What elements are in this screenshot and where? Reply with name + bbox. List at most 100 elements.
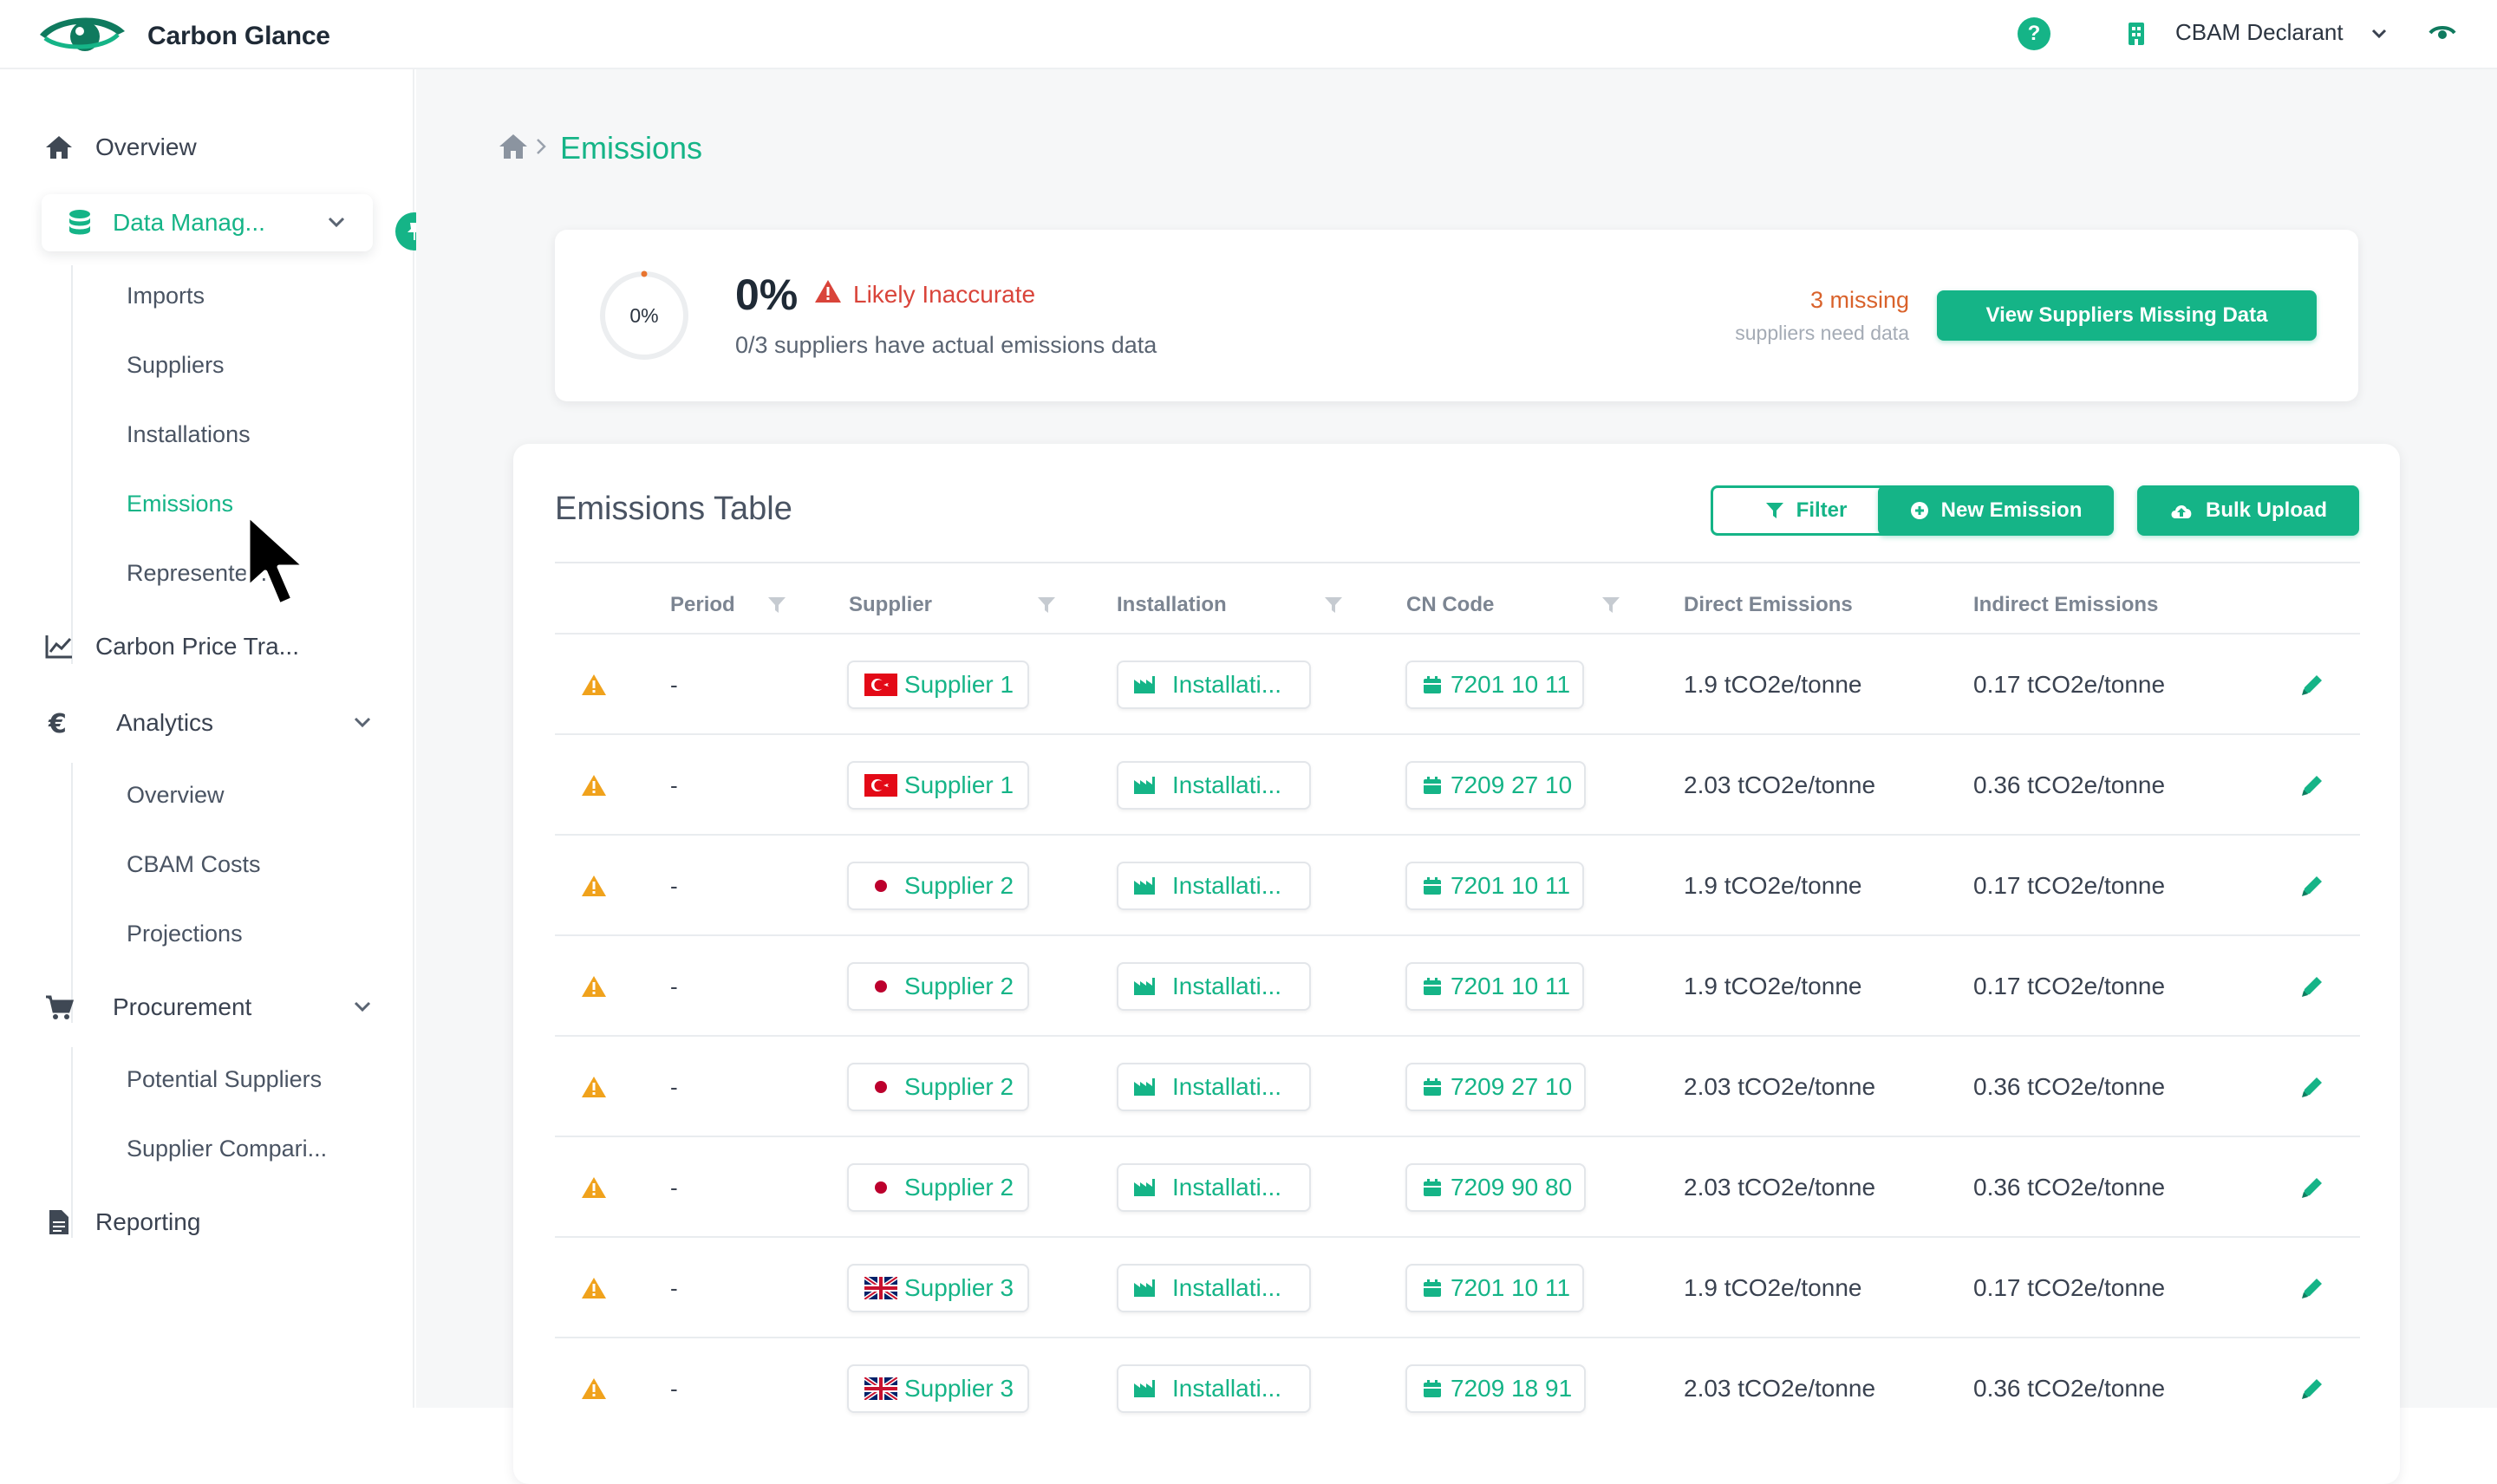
brand[interactable]: Carbon Glance [36,12,330,60]
table-row[interactable]: - Supplier 3 Installati... 7209 18 91 2.… [555,1337,2360,1437]
cn-code-chip[interactable]: 7201 10 11 [1405,661,1585,709]
warning-icon [581,1137,607,1238]
cn-code-chip[interactable]: 7201 10 11 [1405,862,1585,910]
indirect-emissions-value: 0.17 tCO2e/tonne [1973,872,2166,899]
filter-button[interactable]: Filter [1711,485,1901,536]
view-missing-suppliers-button[interactable]: View Suppliers Missing Data [1937,290,2317,341]
sidebar-item-carbon-price[interactable]: Carbon Price Tra... [42,618,371,675]
sidebar-item-reporting[interactable]: Reporting [42,1194,371,1251]
calendar-icon [1423,1279,1442,1298]
supplier-chip[interactable]: Supplier 1 [847,761,1030,810]
chevron-down-icon[interactable] [352,996,373,1021]
sidebar-item-installations[interactable]: Installations [127,421,251,448]
chevron-down-icon[interactable] [2370,24,2389,48]
table-row[interactable]: - Supplier 3 Installati... 7201 10 11 1.… [555,1236,2360,1337]
installation-chip[interactable]: Installati... [1117,962,1312,1011]
sidebar-item-imports[interactable]: Imports [127,283,205,309]
supplier-name: Supplier 3 [904,1274,1014,1301]
installation-chip[interactable]: Installati... [1117,1163,1312,1212]
sidebar-item-procurement[interactable]: Procurement [42,979,371,1036]
filter-icon[interactable] [767,596,786,618]
factory-icon [1132,875,1157,896]
eye-icon[interactable] [2429,24,2456,46]
cn-code-chip[interactable]: 7209 18 91 [1405,1364,1587,1413]
sidebar-item-analytics-overview[interactable]: Overview [127,782,225,809]
installation-chip[interactable]: Installati... [1117,661,1312,709]
warning-icon [581,635,607,735]
cn-code-chip[interactable]: 7201 10 11 [1405,962,1585,1011]
chevron-down-icon[interactable] [326,212,347,237]
table-row[interactable]: - Supplier 2 Installati... 7201 10 11 1.… [555,934,2360,1035]
sidebar-item-cbam-costs[interactable]: CBAM Costs [127,851,261,878]
sidebar-item-data-management[interactable]: Data Manag... [42,194,373,251]
cn-code-chip[interactable]: 7209 27 10 [1405,1063,1587,1111]
cart-icon [42,990,76,1025]
indirect-emissions-value: 0.36 tCO2e/tonne [1973,1174,2166,1201]
cn-code-chip[interactable]: 7209 27 10 [1405,761,1587,810]
supplier-chip[interactable]: Supplier 3 [847,1364,1030,1413]
cn-code-chip[interactable]: 7201 10 11 [1405,1264,1585,1312]
pencil-icon[interactable] [2299,936,2325,1037]
direct-emissions-value: 2.03 tCO2e/tonne [1684,1174,1876,1201]
table-row[interactable]: - Supplier 1 Installati... 7201 10 11 1.… [555,633,2360,733]
sidebar-item-analytics[interactable]: € Analytics [42,694,371,752]
sidebar-item-supplier-comparison[interactable]: Supplier Compari... [127,1136,327,1162]
pencil-icon[interactable] [2299,1037,2325,1137]
sidebar-item-suppliers[interactable]: Suppliers [127,352,225,379]
installation-chip[interactable]: Installati... [1117,761,1312,810]
flag-gb-icon [864,1377,897,1400]
filter-label: Filter [1796,498,1848,522]
table-row[interactable]: - Supplier 2 Installati... 7209 27 10 2.… [555,1035,2360,1136]
pencil-icon[interactable] [2299,836,2325,936]
sidebar-item-emissions[interactable]: Emissions [127,491,233,517]
sidebar-item-overview[interactable]: Overview [42,119,371,176]
filter-icon[interactable] [1601,596,1620,618]
help-icon[interactable]: ? [2018,17,2050,50]
installation-chip[interactable]: Installati... [1117,1264,1312,1312]
table-row[interactable]: - Supplier 1 Installati... 7209 27 10 2.… [555,733,2360,834]
supplier-chip[interactable]: Supplier 2 [847,1063,1030,1111]
installation-chip[interactable]: Installati... [1117,1364,1312,1413]
supplier-name: Supplier 2 [904,973,1014,999]
supplier-chip[interactable]: Supplier 2 [847,1163,1030,1212]
sidebar-item-potential-suppliers[interactable]: Potential Suppliers [127,1066,322,1093]
pencil-icon[interactable] [2299,635,2325,735]
pencil-icon[interactable] [2299,1238,2325,1338]
top-bar: Carbon Glance ? CBAM Declarant [0,0,2497,69]
chevron-down-icon[interactable] [352,712,373,737]
column-header-installation[interactable]: Installation [1117,593,1227,617]
column-header-period[interactable]: Period [670,593,735,617]
cn-code: 7201 10 11 [1451,973,1571,999]
database-icon [62,205,97,240]
filter-icon[interactable] [1324,596,1343,618]
data-quality-card: 0% 0% Likely Inaccurate 0/3 suppliers ha… [555,230,2358,401]
bulk-upload-label: Bulk Upload [2205,498,2327,522]
home-icon[interactable] [498,133,529,165]
pencil-icon[interactable] [2299,1338,2325,1439]
table-row[interactable]: - Supplier 2 Installati... 7209 90 80 2.… [555,1136,2360,1236]
period-value: - [670,1174,678,1201]
column-header-supplier[interactable]: Supplier [849,593,932,617]
column-header-indirect-emissions[interactable]: Indirect Emissions [1973,593,2158,617]
cn-code-chip[interactable]: 7209 90 80 [1405,1163,1587,1212]
column-header-direct-emissions[interactable]: Direct Emissions [1684,593,1853,617]
pencil-icon[interactable] [2299,1137,2325,1238]
supplier-chip[interactable]: Supplier 2 [847,962,1030,1011]
installation-chip[interactable]: Installati... [1117,862,1312,910]
calendar-icon [1423,1379,1442,1398]
column-header-cn-code[interactable]: CN Code [1406,593,1494,617]
flag-jp-icon [864,1176,897,1199]
supplier-chip[interactable]: Supplier 2 [847,862,1030,910]
table-row[interactable]: - Supplier 2 Installati... 7201 10 11 1.… [555,834,2360,934]
installation-chip[interactable]: Installati... [1117,1063,1312,1111]
bulk-upload-button[interactable]: Bulk Upload [2137,485,2359,536]
sidebar-item-projections[interactable]: Projections [127,921,243,947]
filter-icon[interactable] [1037,596,1056,618]
supplier-chip[interactable]: Supplier 1 [847,661,1030,709]
new-emission-button[interactable]: New Emission [1878,485,2114,536]
supplier-chip[interactable]: Supplier 3 [847,1264,1030,1312]
pencil-icon[interactable] [2299,735,2325,836]
role-selector[interactable]: CBAM Declarant [2175,19,2344,46]
plus-circle-icon [1910,501,1929,520]
quality-status-label: Likely Inaccurate [853,280,1036,308]
